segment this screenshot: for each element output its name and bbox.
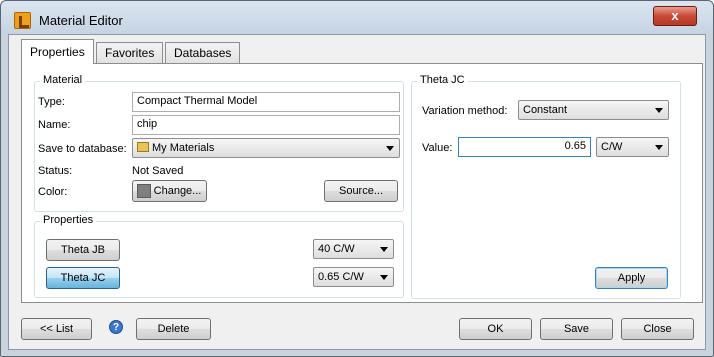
change-button-label: Change... bbox=[153, 185, 202, 197]
tab-databases[interactable]: Databases bbox=[165, 42, 241, 63]
unit-select[interactable]: C/W bbox=[596, 137, 669, 157]
dialog-body: Properties Favorites Databases Material … bbox=[8, 34, 706, 350]
material-group-title: Material bbox=[40, 74, 86, 86]
variation-method-label: Variation method: bbox=[422, 105, 508, 117]
apply-button[interactable]: Apply bbox=[595, 267, 668, 289]
window-title: Material Editor bbox=[39, 13, 123, 28]
name-field[interactable]: chip bbox=[132, 115, 400, 135]
type-field[interactable]: Compact Thermal Model bbox=[132, 92, 400, 112]
theta-jb-button[interactable]: Theta JB bbox=[46, 239, 120, 261]
help-icon[interactable]: ? bbox=[109, 320, 123, 334]
save-button[interactable]: Save bbox=[540, 318, 613, 340]
material-group: Material Type: Compact Thermal Model Nam… bbox=[34, 74, 404, 212]
chevron-down-icon bbox=[655, 108, 663, 113]
color-swatch bbox=[137, 184, 151, 198]
chevron-down-icon bbox=[655, 145, 663, 150]
theta-jc-value: 0.65 C/W bbox=[318, 271, 364, 283]
properties-group-title: Properties bbox=[40, 214, 97, 226]
theta-jc-value-select[interactable]: 0.65 C/W bbox=[313, 267, 394, 287]
material-editor-window: Material Editor x Properties Favorites D… bbox=[0, 0, 714, 357]
unit-value: C/W bbox=[601, 141, 623, 153]
delete-button[interactable]: Delete bbox=[136, 318, 211, 340]
status-label: Status: bbox=[38, 165, 73, 177]
window-close-button[interactable]: x bbox=[653, 6, 697, 26]
list-button[interactable]: << List bbox=[21, 318, 92, 340]
app-icon bbox=[14, 12, 31, 29]
chevron-down-icon bbox=[386, 146, 394, 151]
value-input[interactable]: 0.65 bbox=[458, 137, 591, 157]
theta-jc-group: Theta JC Variation method: Constant Valu… bbox=[411, 74, 681, 299]
properties-panel: Material Type: Compact Thermal Model Nam… bbox=[21, 63, 703, 303]
tab-favorites[interactable]: Favorites bbox=[96, 42, 164, 63]
theta-jc-group-title: Theta JC bbox=[417, 74, 468, 86]
status-value: Not Saved bbox=[132, 165, 184, 177]
theta-jb-value: 40 C/W bbox=[318, 243, 355, 255]
variation-method-value: Constant bbox=[523, 104, 568, 116]
close-button[interactable]: Close bbox=[621, 318, 694, 340]
type-label: Type: bbox=[38, 96, 65, 108]
theta-jc-button[interactable]: Theta JC bbox=[46, 267, 120, 289]
properties-group: Properties Theta JB 40 C/W Theta JC 0.65… bbox=[34, 214, 404, 298]
color-label: Color: bbox=[38, 186, 68, 198]
save-to-database-value: My Materials bbox=[152, 142, 215, 154]
title-bar[interactable]: Material Editor x bbox=[1, 1, 713, 34]
tab-properties[interactable]: Properties bbox=[21, 39, 94, 64]
chevron-down-icon bbox=[380, 275, 388, 280]
source-button[interactable]: Source... bbox=[324, 180, 398, 202]
theta-jb-value-select[interactable]: 40 C/W bbox=[313, 239, 394, 259]
database-icon bbox=[137, 142, 149, 152]
chevron-down-icon bbox=[380, 247, 388, 252]
save-to-database-select[interactable]: My Materials bbox=[132, 138, 400, 158]
ok-button[interactable]: OK bbox=[459, 318, 532, 340]
variation-method-select[interactable]: Constant bbox=[518, 100, 669, 120]
value-label: Value: bbox=[422, 142, 453, 154]
color-change-button[interactable]: Change... bbox=[132, 180, 207, 202]
name-label: Name: bbox=[38, 119, 71, 131]
save-to-database-label: Save to database: bbox=[38, 143, 127, 155]
